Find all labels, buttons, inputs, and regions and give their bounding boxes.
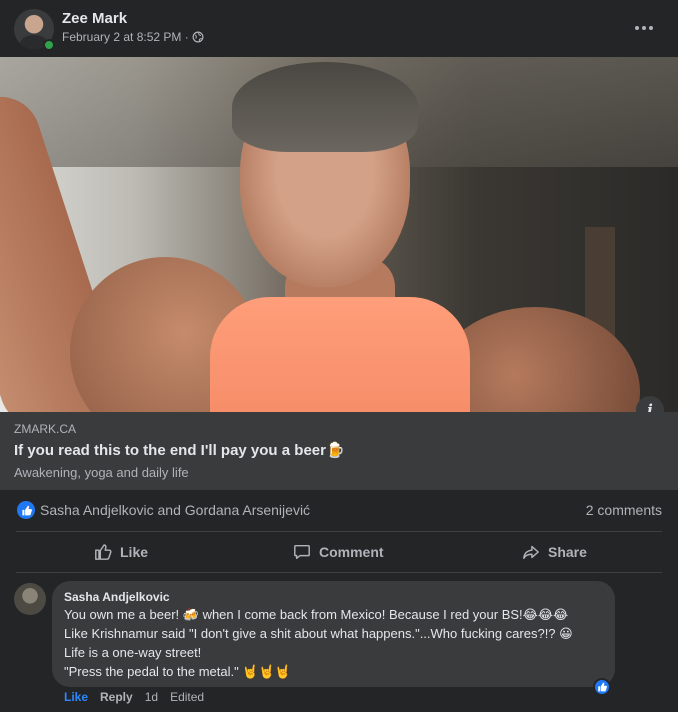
link-domain: ZMARK.CA xyxy=(14,422,77,436)
comment-line: "Press the pedal to the metal." 🤘🤘🤘 xyxy=(64,664,291,679)
comment-button[interactable]: Comment xyxy=(293,533,384,571)
like-button[interactable]: Like xyxy=(94,533,148,571)
reactions-row: Sasha Andjelkovic and Gordana Arsenijevi… xyxy=(0,490,678,531)
share-label: Share xyxy=(548,544,587,560)
more-options-icon[interactable] xyxy=(630,14,658,42)
author-name[interactable]: Zee Mark xyxy=(62,10,127,27)
comment-edited[interactable]: Edited xyxy=(170,690,204,704)
comment-count[interactable]: 2 comments xyxy=(586,502,662,518)
post-card: Zee Mark February 2 at 8:52 PM · i ZMARK… xyxy=(0,0,678,712)
post-photo[interactable] xyxy=(0,57,678,412)
comment-bubble: Sasha Andjelkovic You own me a beer! 🍻 w… xyxy=(52,581,615,687)
comment-line: Life is a one-way street! xyxy=(64,645,202,660)
comment-actions: Like Reply 1d Edited xyxy=(64,690,204,704)
post-header: Zee Mark February 2 at 8:52 PM · xyxy=(0,0,678,57)
share-icon xyxy=(523,545,539,560)
like-label: Like xyxy=(120,544,149,560)
thumbs-up-icon xyxy=(95,544,112,560)
post-actions: Like Comment Share xyxy=(0,533,678,571)
comment-icon xyxy=(294,544,310,560)
share-button[interactable]: Share xyxy=(522,533,587,571)
post-timestamp[interactable]: February 2 at 8:52 PM · xyxy=(62,30,189,44)
link-subtitle: Awakening, yoga and daily life xyxy=(14,465,189,480)
divider xyxy=(16,531,662,532)
commenter-name[interactable]: Sasha Andjelkovic xyxy=(64,590,603,605)
comment-line: Like Krishnamur said "I don't give a shi… xyxy=(64,626,573,641)
comment-age[interactable]: 1d xyxy=(145,690,158,704)
reaction-names[interactable]: Sasha Andjelkovic and Gordana Arsenijevi… xyxy=(40,502,310,518)
divider xyxy=(16,572,662,573)
online-status-dot xyxy=(43,39,55,51)
like-reaction-icon xyxy=(17,501,35,519)
comment-reply-button[interactable]: Reply xyxy=(100,690,133,704)
comment-label: Comment xyxy=(319,544,384,560)
comment-like-reaction-icon[interactable] xyxy=(593,678,611,696)
comment-line: You own me a beer! 🍻 when I come back fr… xyxy=(64,607,569,622)
post-meta: February 2 at 8:52 PM · xyxy=(62,30,204,44)
comment-like-button[interactable]: Like xyxy=(64,690,88,704)
commenter-avatar[interactable] xyxy=(14,583,46,615)
link-preview[interactable]: ZMARK.CA If you read this to the end I'l… xyxy=(0,412,678,490)
globe-icon xyxy=(192,31,204,43)
link-title[interactable]: If you read this to the end I'll pay you… xyxy=(14,441,345,459)
